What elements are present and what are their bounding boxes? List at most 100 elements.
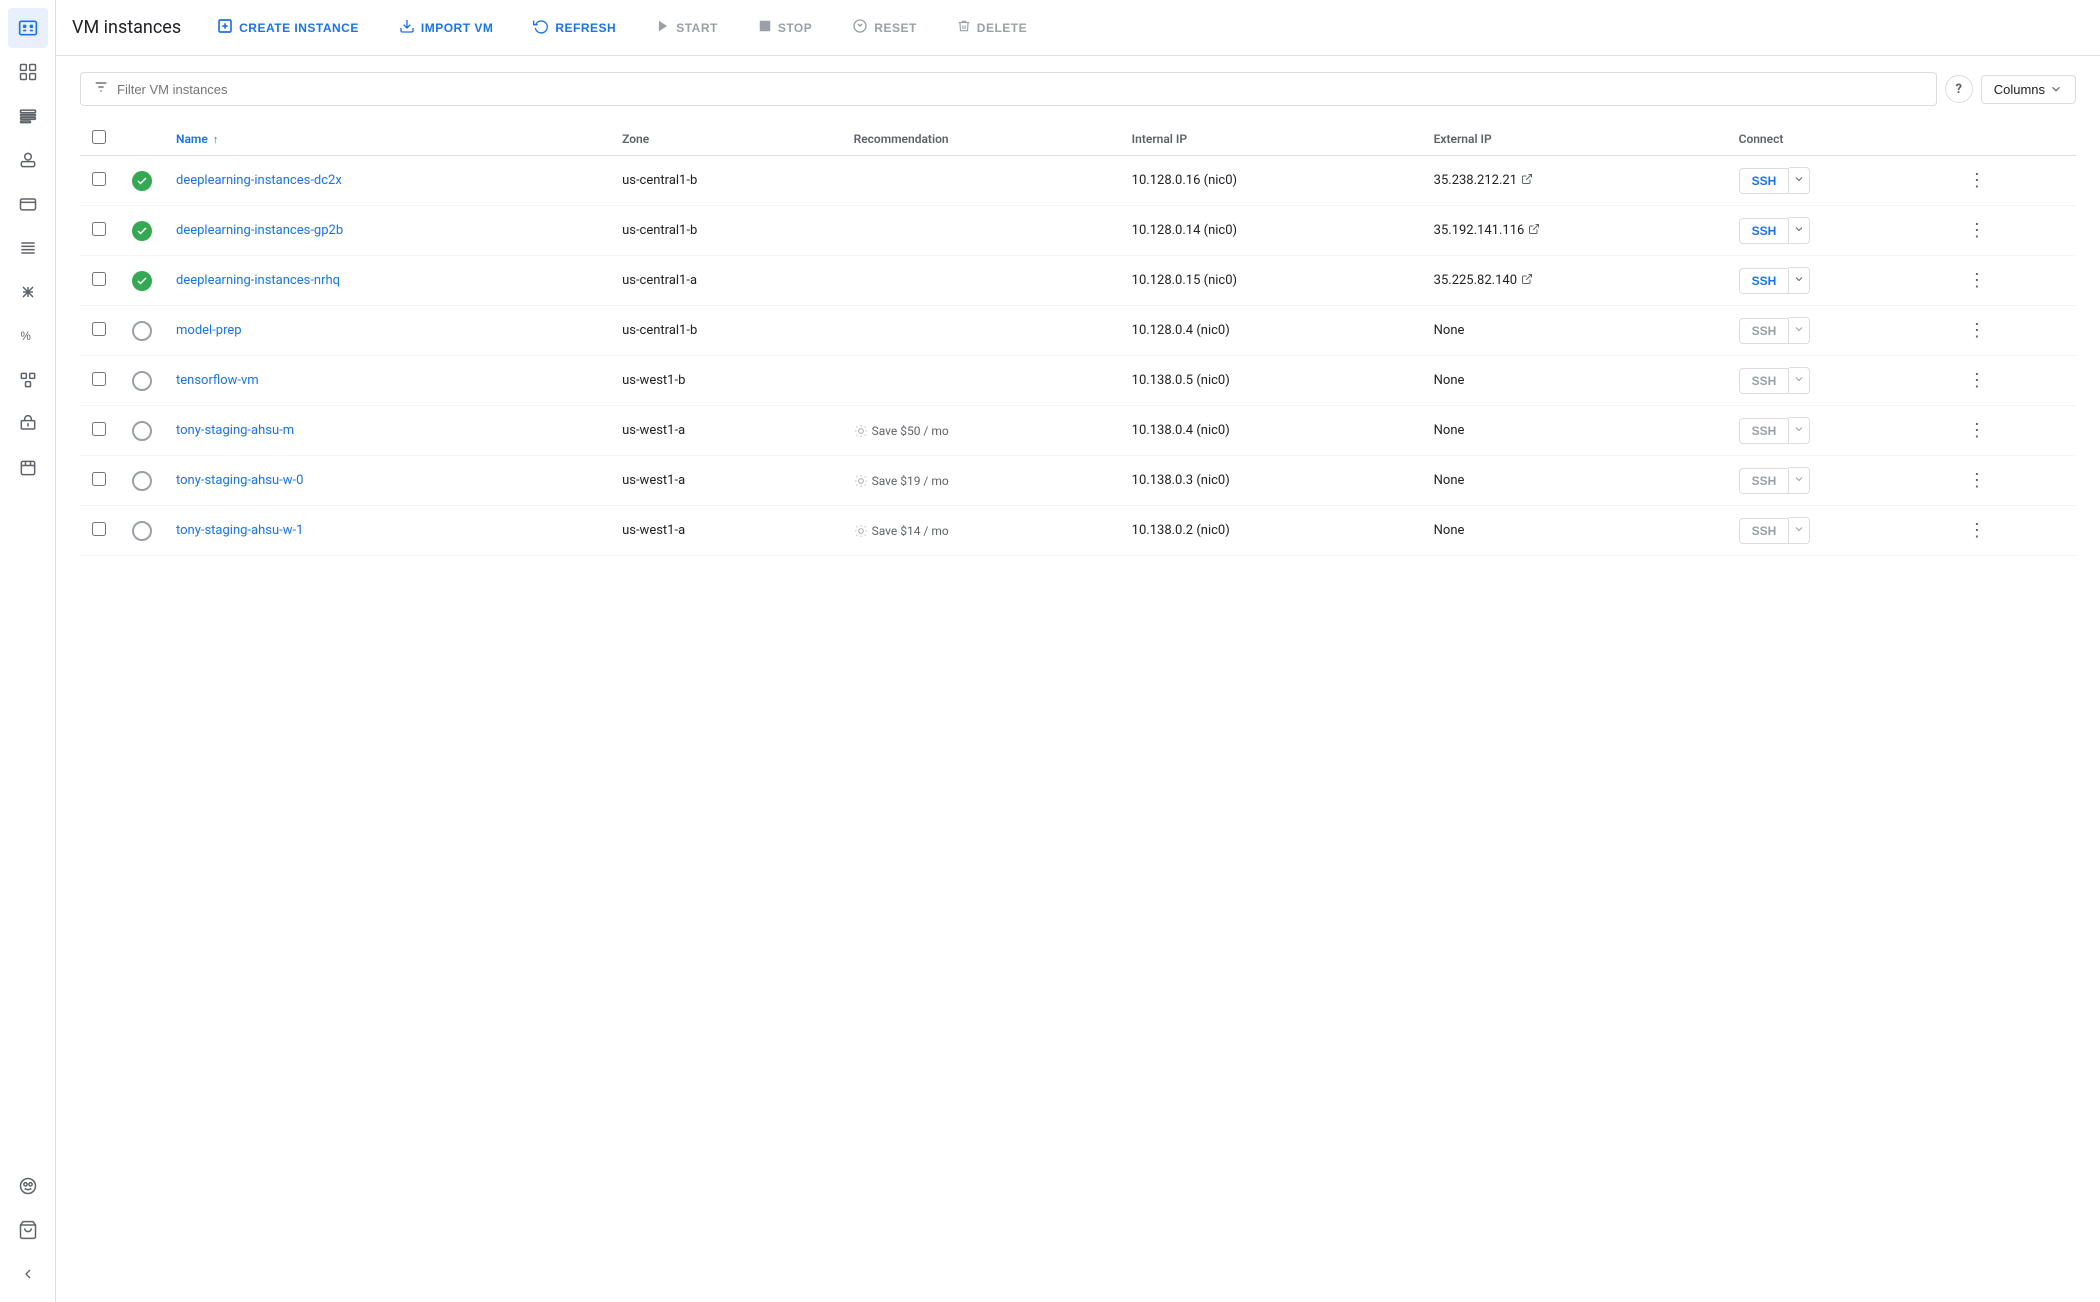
ssh-button[interactable]: SSH (1739, 168, 1790, 194)
instance-name-link[interactable]: tensorflow-vm (176, 373, 259, 388)
ssh-dropdown-button[interactable] (1789, 417, 1810, 444)
sidebar-item-tpus[interactable] (8, 360, 48, 400)
filter-icon (93, 79, 109, 99)
row-checkbox-cell[interactable] (80, 456, 120, 506)
sidebar-item-instance-groups[interactable] (8, 52, 48, 92)
sidebar-item-machine-images[interactable] (8, 184, 48, 224)
row-recommendation-cell: Save $14 / mo (842, 506, 1120, 556)
sidebar-item-disks[interactable] (8, 228, 48, 268)
select-all-header[interactable] (80, 122, 120, 156)
external-ip-value: None (1434, 473, 1715, 488)
sidebar-item-health-checks[interactable] (8, 1166, 48, 1206)
instance-name-link[interactable]: deeplearning-instances-dc2x (176, 173, 342, 188)
sidebar-item-marketplace[interactable] (8, 1210, 48, 1250)
ssh-button[interactable]: SSH (1739, 368, 1790, 394)
columns-button[interactable]: Columns (1981, 75, 2076, 104)
status-stopped-icon (132, 421, 152, 441)
more-options-button[interactable]: ⋮ (1962, 416, 1992, 445)
recommendation-text[interactable]: Save $19 / mo (854, 474, 1108, 488)
row-checkbox-0[interactable] (92, 172, 106, 186)
row-external-ip-cell: 35.192.141.116 (1422, 206, 1727, 256)
ssh-dropdown-button[interactable] (1789, 367, 1810, 394)
more-options-button[interactable]: ⋮ (1962, 216, 1992, 245)
stop-button[interactable]: STOP (746, 13, 824, 42)
row-checkbox-cell[interactable] (80, 156, 120, 206)
row-checkbox-cell[interactable] (80, 406, 120, 456)
ssh-dropdown-button[interactable] (1789, 167, 1810, 194)
ssh-dropdown-button[interactable] (1789, 217, 1810, 244)
ssh-button[interactable]: SSH (1739, 268, 1790, 294)
create-instance-icon (217, 18, 233, 37)
import-vm-button[interactable]: IMPORT VM (387, 12, 506, 43)
recommendation-text[interactable]: Save $50 / mo (854, 424, 1108, 438)
row-external-ip-cell: None (1422, 506, 1727, 556)
filter-input[interactable] (117, 82, 1924, 97)
instance-name-link[interactable]: tony-staging-ahsu-w-1 (176, 523, 303, 538)
instance-name-link[interactable]: tony-staging-ahsu-m (176, 423, 294, 438)
sidebar-item-reservations[interactable] (8, 448, 48, 488)
ssh-dropdown-button[interactable] (1789, 317, 1810, 344)
ssh-button[interactable]: SSH (1739, 318, 1790, 344)
sidebar-item-committed-use[interactable] (8, 404, 48, 444)
status-stopped-icon (132, 471, 152, 491)
row-checkbox-cell[interactable] (80, 206, 120, 256)
row-checkbox-cell[interactable] (80, 356, 120, 406)
name-header[interactable]: Name ↑ (164, 122, 610, 156)
row-checkbox-6[interactable] (92, 472, 106, 486)
row-checkbox-3[interactable] (92, 322, 106, 336)
ssh-dropdown-button[interactable] (1789, 267, 1810, 294)
sidebar-collapse-btn[interactable] (8, 1254, 48, 1294)
select-all-checkbox[interactable] (92, 130, 106, 144)
svg-text:%: % (20, 330, 30, 343)
external-link-icon[interactable] (1528, 223, 1540, 238)
ssh-button[interactable]: SSH (1739, 218, 1790, 244)
create-instance-button[interactable]: CREATE INSTANCE (205, 12, 371, 43)
row-checkbox-4[interactable] (92, 372, 106, 386)
more-options-button[interactable]: ⋮ (1962, 266, 1992, 295)
external-link-icon[interactable] (1521, 173, 1533, 188)
external-link-icon[interactable] (1521, 273, 1533, 288)
bulb-icon (854, 524, 868, 538)
ssh-button[interactable]: SSH (1739, 418, 1790, 444)
table-row: deeplearning-instances-nrhq us-central1-… (80, 256, 2076, 306)
row-checkbox-7[interactable] (92, 522, 106, 536)
recommendation-text[interactable]: Save $14 / mo (854, 524, 1108, 538)
help-icon[interactable]: ? (1945, 75, 1973, 103)
instance-name-link[interactable]: model-prep (176, 323, 242, 338)
refresh-button[interactable]: REFRESH (521, 12, 628, 43)
more-options-button[interactable]: ⋮ (1962, 316, 1992, 345)
instance-name-link[interactable]: tony-staging-ahsu-w-0 (176, 473, 303, 488)
sidebar-item-instance-templates[interactable] (8, 96, 48, 136)
more-options-button[interactable]: ⋮ (1962, 166, 1992, 195)
row-recommendation-cell (842, 156, 1120, 206)
row-checkbox-cell[interactable] (80, 306, 120, 356)
row-checkbox-2[interactable] (92, 272, 106, 286)
ssh-dropdown-button[interactable] (1789, 517, 1810, 544)
sidebar-item-snapshots[interactable] (8, 272, 48, 312)
start-button[interactable]: START (644, 13, 730, 42)
row-checkbox-cell[interactable] (80, 256, 120, 306)
refresh-icon (533, 18, 549, 37)
ssh-dropdown-button[interactable] (1789, 467, 1810, 494)
more-options-button[interactable]: ⋮ (1962, 466, 1992, 495)
sidebar-item-sole-tenant[interactable] (8, 140, 48, 180)
row-external-ip-cell: None (1422, 406, 1727, 456)
zone-header: Zone (610, 122, 842, 156)
create-instance-label: CREATE INSTANCE (239, 21, 359, 35)
row-checkbox-cell[interactable] (80, 506, 120, 556)
more-options-button[interactable]: ⋮ (1962, 366, 1992, 395)
instance-name-link[interactable]: deeplearning-instances-nrhq (176, 273, 340, 288)
ssh-button[interactable]: SSH (1739, 518, 1790, 544)
sidebar-item-vm-instances[interactable] (8, 8, 48, 48)
instance-name-link[interactable]: deeplearning-instances-gp2b (176, 223, 343, 238)
delete-button[interactable]: DELETE (945, 12, 1039, 43)
row-checkbox-5[interactable] (92, 422, 106, 436)
ssh-button[interactable]: SSH (1739, 468, 1790, 494)
row-recommendation-cell: Save $19 / mo (842, 456, 1120, 506)
more-options-button[interactable]: ⋮ (1962, 516, 1992, 545)
row-checkbox-1[interactable] (92, 222, 106, 236)
internal-ip-header: Internal IP (1120, 122, 1422, 156)
row-status-cell (120, 206, 164, 256)
sidebar-item-images[interactable]: % (8, 316, 48, 356)
reset-button[interactable]: RESET (840, 12, 929, 43)
